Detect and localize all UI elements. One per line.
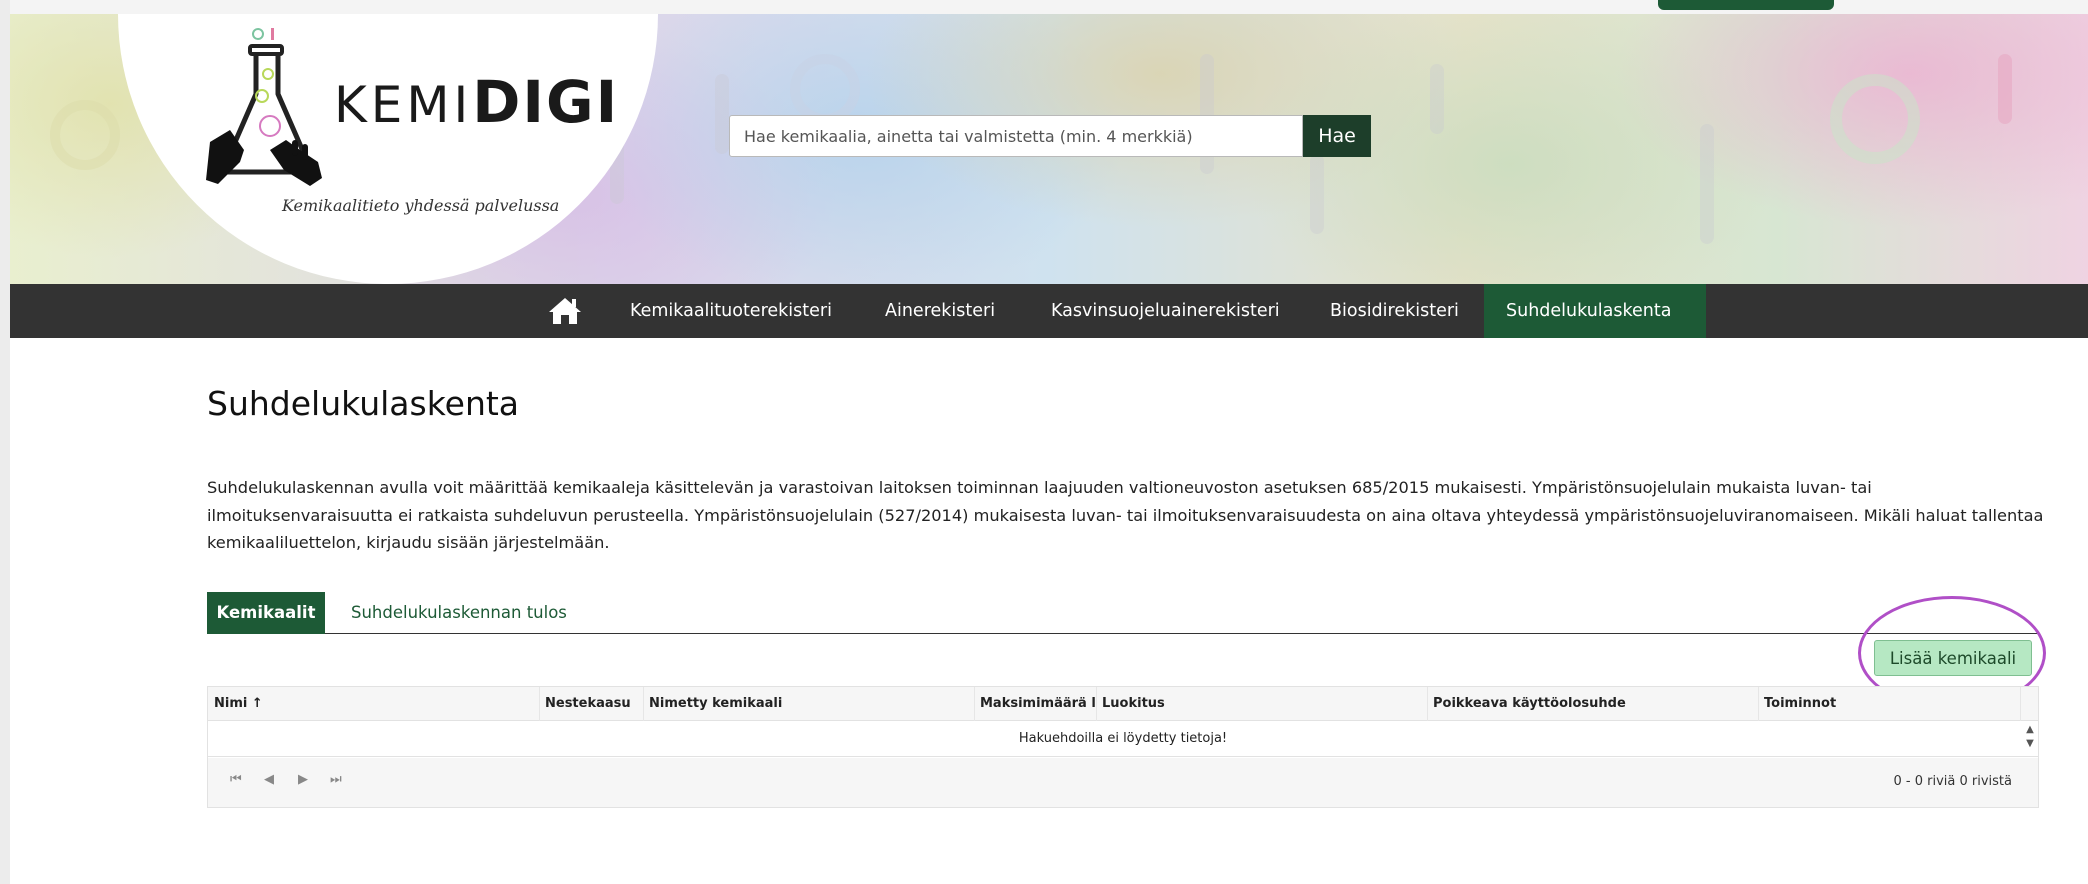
- page-description: Suhdelukulaskennan avulla voit määrittää…: [207, 478, 2044, 552]
- search-button[interactable]: Hae: [1303, 115, 1371, 157]
- column-header-nestekaasu[interactable]: Nestekaasu: [539, 687, 643, 721]
- grid-pager: ⏮ ◀ ▶ ⏭ 0 - 0 riviä 0 rivistä: [208, 758, 2038, 807]
- decor-shape: [1998, 54, 2012, 124]
- nav-item-kasvinsuojeluainerekisteri[interactable]: Kasvinsuojeluainerekisteri: [1051, 284, 1280, 338]
- nav-item-kemikaalituoterekisteri[interactable]: Kemikaalituoterekisteri: [630, 284, 832, 338]
- nav-item-suhdelukulaskenta[interactable]: Suhdelukulaskenta: [1484, 284, 1706, 338]
- tab-kemikaalit[interactable]: Kemikaalit: [207, 592, 325, 634]
- logo-wordmark: KEMIDIGI: [334, 68, 619, 136]
- column-header-nimi[interactable]: Nimi ↑: [208, 687, 539, 721]
- search-input[interactable]: [729, 115, 1303, 157]
- grid-scrollbar[interactable]: ▲ ▼: [2024, 723, 2036, 755]
- decor-shape: [1700, 124, 1714, 244]
- decor-shape: [715, 74, 729, 154]
- last-page-icon[interactable]: ⏭: [330, 772, 342, 787]
- logo-word-bold: DIGI: [472, 68, 620, 136]
- decor-shape: [1830, 74, 1920, 164]
- grid-empty-message: Hakuehdoilla ei löydetty tietoja!: [208, 721, 2038, 757]
- decor-shape: [50, 100, 120, 170]
- column-header-nimetty-kemikaali[interactable]: Nimetty kemikaali: [643, 687, 974, 721]
- page: KEMIDIGI Kemikaalitieto yhdessä palvelus…: [10, 0, 2088, 884]
- nav-item-ainerekisteri[interactable]: Ainerekisteri: [885, 284, 995, 338]
- decor-shape: [790, 54, 860, 124]
- kemidigi-logo[interactable]: KEMIDIGI Kemikaalitieto yhdessä palvelus…: [200, 22, 630, 222]
- next-page-icon[interactable]: ▶: [298, 772, 308, 787]
- column-header-maksimimaara[interactable]: Maksimimäärä l...: [974, 687, 1096, 721]
- column-divider: [2020, 687, 2021, 721]
- prev-page-icon[interactable]: ◀: [264, 772, 274, 787]
- column-header-poikkeava-kayttoolosuhde[interactable]: Poikkeava käyttöolosuhde: [1427, 687, 1758, 721]
- column-header-luokitus[interactable]: Luokitus: [1096, 687, 1427, 721]
- home-icon[interactable]: [548, 296, 582, 326]
- chemicals-grid: Nimi ↑ Nestekaasu Nimetty kemikaali Maks…: [207, 686, 2039, 808]
- main-nav: Kemikaalituoterekisteri Ainerekisteri Ka…: [10, 284, 2088, 338]
- top-login-tab[interactable]: [1658, 0, 1834, 10]
- column-header-toiminnot: Toiminnot: [1764, 696, 1837, 711]
- tab-suhdelukulaskennan-tulos[interactable]: Suhdelukulaskennan tulos: [351, 592, 567, 634]
- decor-shape: [1430, 64, 1444, 134]
- pager-info: 0 - 0 riviä 0 rivistä: [1893, 774, 2013, 789]
- header-banner: KEMIDIGI Kemikaalitieto yhdessä palvelus…: [10, 14, 2088, 284]
- flask-logo-icon: [206, 28, 322, 186]
- first-page-icon[interactable]: ⏮: [230, 772, 242, 787]
- page-title: Suhdelukulaskenta: [207, 384, 520, 423]
- grid-header: Nimi ↑ Nestekaasu Nimetty kemikaali Maks…: [208, 687, 2038, 721]
- decor-shape: [1310, 154, 1324, 234]
- tab-bar: Kemikaalit Suhdelukulaskennan tulos: [207, 592, 2039, 634]
- logo-word-thin: KEMI: [334, 76, 473, 134]
- nav-item-biosidirekisteri[interactable]: Biosidirekisteri: [1330, 284, 1459, 338]
- logo-tagline: Kemikaalitieto yhdessä palvelussa: [282, 196, 560, 215]
- search-bar: Hae: [729, 115, 1371, 157]
